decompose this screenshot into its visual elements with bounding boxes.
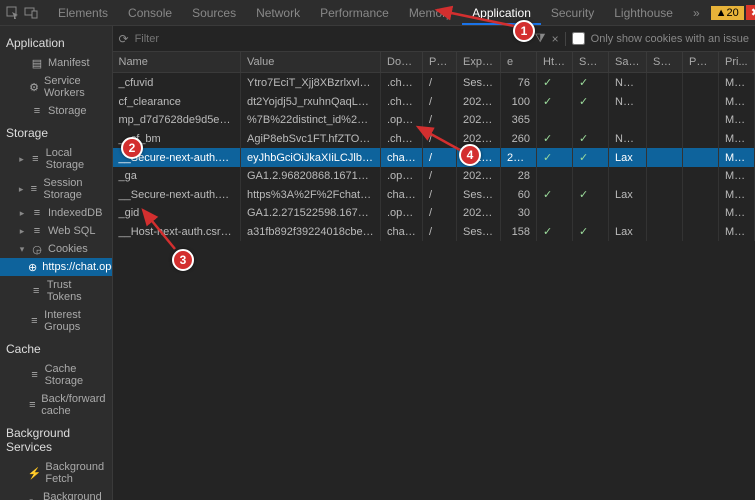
marker-4: 4	[459, 144, 481, 166]
marker-2: 2	[121, 137, 143, 159]
marker-1: 1	[513, 20, 535, 42]
marker-3: 3	[172, 249, 194, 271]
annotation-arrows	[0, 0, 755, 500]
